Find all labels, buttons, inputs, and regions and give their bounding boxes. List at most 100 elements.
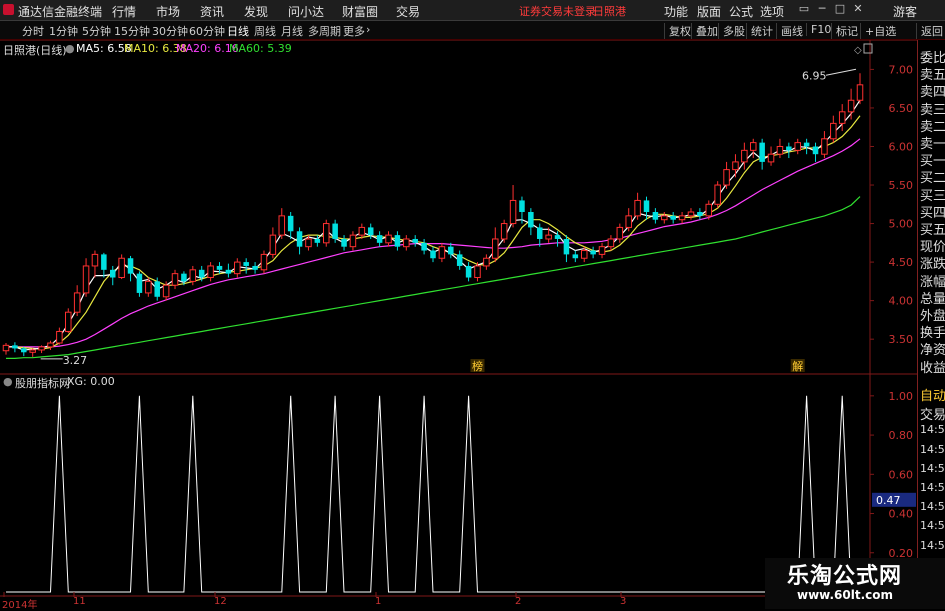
candle-body xyxy=(607,238,615,248)
x-tick: 11 xyxy=(73,596,86,607)
menu-quotes[interactable]: 行情 xyxy=(112,3,136,20)
menu-options[interactable]: 选项 xyxy=(760,3,784,20)
tool-adjust[interactable]: 复权 xyxy=(664,23,691,39)
candle-body xyxy=(12,345,18,349)
candle-body xyxy=(456,254,463,266)
xg-value: XG: 0.00 xyxy=(67,375,115,388)
period-1min[interactable]: 1分钟 xyxy=(49,23,78,39)
side-panel-label: 卖一 xyxy=(920,137,945,152)
side-panel-label: 14:56 xyxy=(920,461,945,475)
candle-body xyxy=(652,212,659,220)
side-panel-label: 14:56 xyxy=(920,500,945,514)
candle xyxy=(287,212,294,239)
settings-circle-icon[interactable]: ● xyxy=(3,375,13,388)
candle-body xyxy=(776,145,784,155)
menu-market[interactable]: 市场 xyxy=(156,3,180,20)
tool-back[interactable]: 返回 xyxy=(916,23,943,39)
kline-chart[interactable]: 7.00 6.50 6.00 5.50 5.00 4.50 4.00 3.50 1.00 0.80… xyxy=(0,40,917,597)
tool-add-favorite[interactable]: +自选 xyxy=(860,23,896,39)
tool-stats[interactable]: 统计 xyxy=(746,23,773,39)
chevron-right-icon[interactable]: › xyxy=(366,23,370,36)
period-multi[interactable]: 多周期 xyxy=(308,23,341,39)
candle-body xyxy=(278,215,286,236)
indicator-name: 股朋指标网 xyxy=(15,377,70,390)
candle-body xyxy=(741,149,748,163)
period-more[interactable]: 更多 xyxy=(343,23,365,39)
candle xyxy=(278,208,286,239)
menu-trade[interactable]: 交易 xyxy=(396,3,420,20)
period-weekly[interactable]: 周线 xyxy=(254,23,276,39)
settings-circle-icon[interactable]: ● xyxy=(65,42,75,55)
tool-multi-stock[interactable]: 多股 xyxy=(718,23,745,39)
period-daily[interactable]: 日线 xyxy=(227,23,249,39)
candle-body xyxy=(500,223,508,240)
side-panel-label: 委比 xyxy=(920,51,945,66)
menu-layout[interactable]: 版面 xyxy=(697,3,721,20)
candle-body xyxy=(154,281,160,297)
y-tick-label: 0.80 xyxy=(889,429,914,442)
candle xyxy=(678,212,686,224)
candle-body xyxy=(269,234,277,255)
menu-news[interactable]: 资讯 xyxy=(200,3,224,20)
y-tick-label: 4.00 xyxy=(889,295,914,308)
candle-body xyxy=(189,269,197,282)
period-60min[interactable]: 60分钟 xyxy=(189,23,225,39)
menu-discover[interactable]: 发现 xyxy=(244,3,268,20)
x-tick: 1 xyxy=(375,596,382,607)
y-tick-label: 0.60 xyxy=(889,468,914,481)
marker-label: 榜 xyxy=(472,359,483,373)
candle-body xyxy=(101,254,107,270)
period-monthly[interactable]: 月线 xyxy=(281,23,303,39)
side-panel-label: 14:56 xyxy=(920,423,945,437)
menu-wealth[interactable]: 财富圈 xyxy=(342,3,378,20)
tool-f10[interactable]: F10 xyxy=(806,23,831,36)
side-panel-label: 14:56 xyxy=(920,538,945,552)
candle xyxy=(741,142,748,170)
candle-body xyxy=(438,246,446,259)
menu-function[interactable]: 功能 xyxy=(664,3,688,20)
candle-body xyxy=(670,215,676,220)
menu-ask[interactable]: 问小达 xyxy=(288,3,324,20)
side-panel-label: 总量 xyxy=(920,291,945,307)
candle xyxy=(403,235,410,251)
restore-icon[interactable]: ▭ xyxy=(797,2,811,16)
period-15min[interactable]: 15分钟 xyxy=(114,23,150,39)
candle-body xyxy=(856,84,864,101)
candle-body xyxy=(118,257,125,279)
candle xyxy=(394,231,401,251)
candle-body xyxy=(109,269,116,278)
minimize-icon[interactable]: ─ xyxy=(815,2,829,16)
candle xyxy=(483,254,490,270)
candle-body xyxy=(749,142,757,151)
period-toolbar: 分时 1分钟 5分钟 15分钟 30分钟 60分钟 日线 周线 月线 多周期 更… xyxy=(0,21,945,40)
maximize-icon[interactable]: □ xyxy=(833,2,847,16)
candle xyxy=(269,227,277,259)
period-5min[interactable]: 5分钟 xyxy=(82,23,111,39)
period-30min[interactable]: 30分钟 xyxy=(152,23,188,39)
candle-body xyxy=(598,246,606,255)
candle-body xyxy=(243,262,249,266)
candle-body xyxy=(91,253,99,267)
tool-draw[interactable]: 画线 xyxy=(776,23,803,39)
tool-overlay[interactable]: 叠加 xyxy=(691,23,718,39)
menu-formula[interactable]: 公式 xyxy=(729,3,753,20)
candle xyxy=(803,138,810,155)
candle-body xyxy=(56,330,63,344)
login-notice: 证券交易未登录 xyxy=(519,5,596,18)
close-icon[interactable]: ✕ xyxy=(851,2,865,16)
candle-body xyxy=(714,184,721,205)
candle xyxy=(376,231,383,247)
candle xyxy=(625,208,632,232)
candle-body xyxy=(198,269,205,278)
side-panel-label: 换手 xyxy=(920,326,945,342)
candle xyxy=(385,231,392,247)
period-intraday[interactable]: 分时 xyxy=(22,23,44,39)
ma10-line xyxy=(6,115,861,350)
candle xyxy=(2,343,10,355)
candle xyxy=(171,269,179,290)
tool-mark[interactable]: 标记 xyxy=(831,23,858,39)
guest-user[interactable]: 游客 xyxy=(893,3,917,20)
candle-body xyxy=(705,203,713,217)
y-tick-label: 6.00 xyxy=(889,140,914,153)
candle xyxy=(786,142,792,159)
